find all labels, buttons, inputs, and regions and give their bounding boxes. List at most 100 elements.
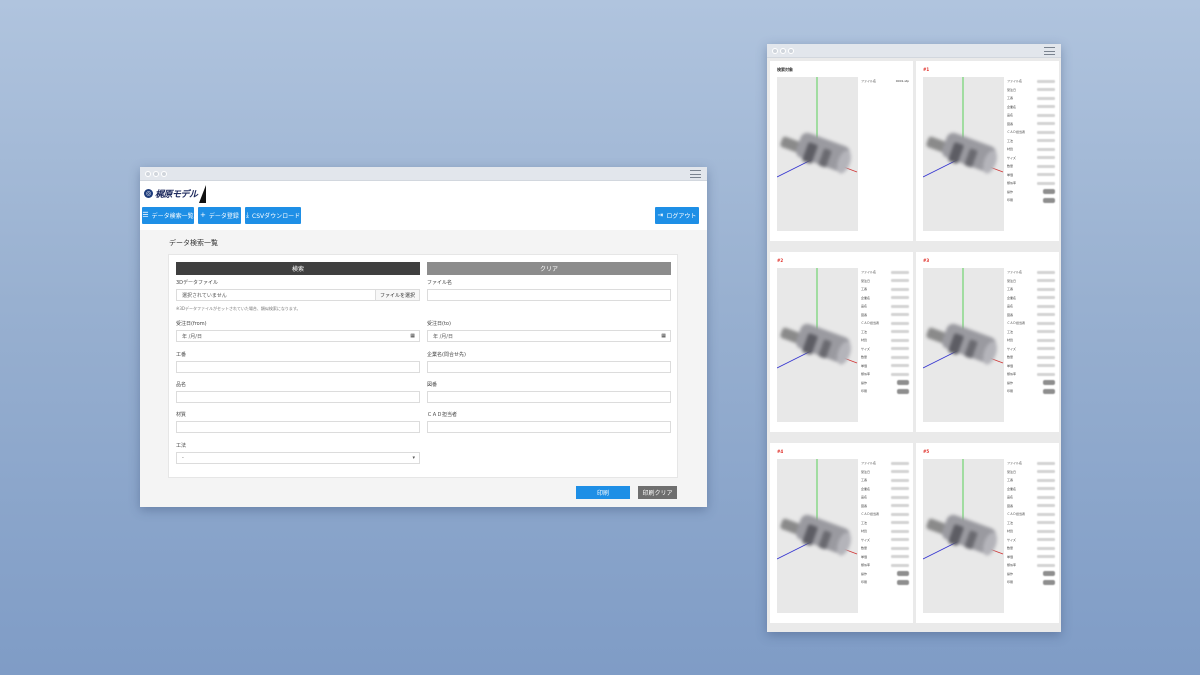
result-properties: ファイル名 受注日 工番 企業名 品名 図番 ＣＡＤ担当者 工法 材質 サイズ 数量 単価 類似率 操作印… (861, 459, 909, 613)
property-value[interactable] (1043, 571, 1055, 577)
data-list-button[interactable]: ☰ データ検索一覧 (142, 207, 194, 224)
property-value[interactable] (897, 571, 909, 577)
property-key: 受注日 (1007, 87, 1017, 92)
property-key: 図番 (1007, 312, 1014, 317)
property-value[interactable] (1043, 197, 1055, 203)
file-select-button[interactable]: ファイルを選択 (375, 289, 420, 301)
window-dot-icon[interactable] (161, 171, 167, 177)
model-3d-viewer[interactable] (922, 268, 1004, 422)
property-value[interactable] (897, 579, 909, 585)
logout-icon: ⇥ (657, 211, 664, 219)
result-card[interactable]: #2 ファイル名 受注日 工番 企業名 品名 図番 ＣＡＤ担当者 工法 材質 サイズ 数量 単価 類似率操… (770, 252, 913, 432)
property-row: 印刷 (1007, 578, 1055, 587)
property-value[interactable] (1043, 388, 1055, 394)
property-row: サイズ (1007, 345, 1055, 354)
window-dot-icon[interactable] (780, 48, 786, 54)
model-3d-viewer[interactable] (776, 268, 858, 422)
cad-input[interactable] (427, 421, 671, 433)
process-select[interactable]: - ▾ (176, 452, 420, 464)
hamburger-icon[interactable] (690, 170, 701, 178)
property-key: 図番 (1007, 503, 1014, 508)
file-hint: ※3Dデータファイルがセットされていた場合、類似検索になります。 (176, 306, 301, 311)
property-key: ファイル名 (1007, 79, 1023, 84)
property-row: 工法 (861, 328, 909, 337)
logout-button[interactable]: ⇥ ログアウト (655, 207, 699, 224)
window-dot-icon[interactable] (788, 48, 794, 54)
window-dot-icon[interactable] (145, 171, 151, 177)
filename-input[interactable] (427, 289, 671, 301)
3d-model-icon (776, 459, 858, 560)
3d-model-icon (922, 459, 1004, 560)
window-dot-icon[interactable] (772, 48, 778, 54)
window-dot-icon[interactable] (153, 171, 159, 177)
property-row: サイズ (861, 345, 909, 354)
company-label: 企業名(問合せ先) (427, 352, 466, 358)
result-card[interactable]: 検索対象 ファイル名 0001.stp (770, 61, 913, 241)
property-row: ファイル名 (1007, 459, 1055, 468)
property-value (1037, 521, 1055, 525)
calendar-icon[interactable]: ▦ (661, 333, 666, 339)
app-logo[interactable]: ◎ 梶原モデル (144, 184, 206, 203)
property-key: 工番 (861, 287, 868, 292)
property-value (1037, 330, 1055, 334)
search-form: 検索 クリア 3Dデータファイル 選択されていません ファイルを選択 ※3Dデー… (168, 254, 678, 478)
company-input[interactable] (427, 361, 671, 373)
property-value (891, 313, 909, 317)
order-date-from-input[interactable]: 年 /月/日 ▦ (176, 330, 420, 342)
result-card-title: #5 (923, 449, 930, 454)
property-key: 受注日 (1007, 278, 1017, 283)
property-row: 単価 (861, 362, 909, 371)
model-3d-viewer[interactable] (776, 77, 858, 231)
print-button[interactable]: 印刷 (576, 486, 630, 499)
property-value (1037, 130, 1055, 134)
order-date-from-label: 受注日(from) (176, 321, 207, 327)
result-card[interactable]: #4 ファイル名 受注日 工番 企業名 品名 図番 ＣＡＤ担当者 工法 材質 サイズ 数量 単価 類似率操… (770, 443, 913, 623)
property-key: 単価 (1007, 172, 1014, 177)
product-input[interactable] (176, 391, 420, 403)
print-clear-button[interactable]: 印刷クリア (638, 486, 677, 499)
property-row: 図番 (861, 311, 909, 320)
data-register-button[interactable]: + データ登録 (198, 207, 241, 224)
property-key: 品名 (1007, 113, 1014, 118)
property-row: 単価 (1007, 553, 1055, 562)
model-3d-viewer[interactable] (922, 77, 1004, 231)
property-value (891, 364, 909, 368)
result-card[interactable]: #3 ファイル名 受注日 工番 企業名 品名 図番 ＣＡＤ担当者 工法 材質 サイズ 数量 単価 類似率操… (916, 252, 1059, 432)
property-key: 材質 (1007, 529, 1014, 534)
hamburger-icon[interactable] (1044, 47, 1055, 55)
property-value (1037, 105, 1055, 109)
property-value[interactable] (897, 380, 909, 386)
property-row: 企業名 (1007, 294, 1055, 303)
result-card[interactable]: #5 ファイル名 受注日 工番 企業名 品名 図番 ＣＡＤ担当者 工法 材質 サイズ 数量 単価 類似率操… (916, 443, 1059, 623)
material-input[interactable] (176, 421, 420, 433)
property-value[interactable] (1043, 380, 1055, 386)
csv-download-button[interactable]: ⤓ CSVダウンロード (245, 207, 301, 224)
csv-download-label: CSVダウンロード (252, 213, 301, 220)
property-row: 品名 (1007, 302, 1055, 311)
process-value: - (182, 455, 184, 461)
result-card[interactable]: #1 ファイル名 受注日 工番 企業名 品名 図番 ＣＡＤ担当者 工法 材質 サイズ 数量 単価 類似率操… (916, 61, 1059, 241)
property-row: 数量 (1007, 353, 1055, 362)
property-value[interactable] (1043, 189, 1055, 195)
search-button[interactable]: 検索 (176, 262, 420, 275)
data-register-label: データ登録 (208, 213, 239, 220)
property-key: サイズ (861, 537, 870, 542)
worker-input[interactable] (176, 361, 420, 373)
model-3d-viewer[interactable] (922, 459, 1004, 613)
worker-label: 工番 (176, 352, 187, 358)
property-row: 企業名 (1007, 103, 1055, 112)
model-3d-viewer[interactable] (776, 459, 858, 613)
calendar-icon[interactable]: ▦ (410, 333, 415, 339)
property-value (891, 521, 909, 525)
property-value[interactable] (897, 388, 909, 394)
property-row: 類似率 (1007, 179, 1055, 188)
property-value (891, 487, 909, 491)
property-key: ファイル名 (1007, 270, 1023, 275)
order-date-to-input[interactable]: 年 /月/日 ▦ (427, 330, 671, 342)
clear-button[interactable]: クリア (427, 262, 671, 275)
drawing-input[interactable] (427, 391, 671, 403)
property-row: 材質 (861, 527, 909, 536)
property-value (891, 355, 909, 359)
file-input[interactable]: 選択されていません (176, 289, 376, 301)
property-value[interactable] (1043, 579, 1055, 585)
